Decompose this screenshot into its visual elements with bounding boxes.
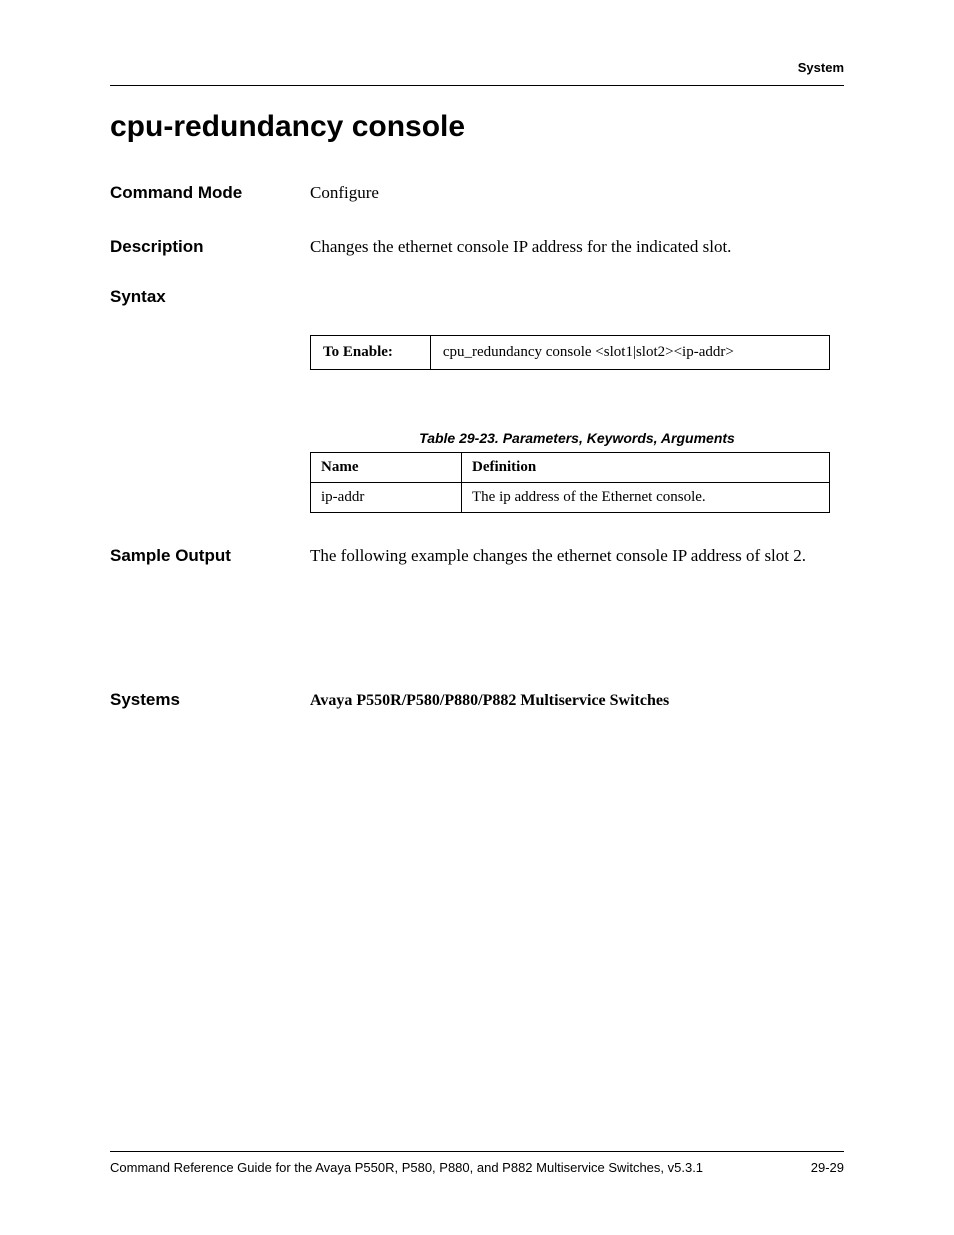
header-section-label: System bbox=[110, 60, 844, 85]
description-label: Description bbox=[110, 237, 310, 257]
syntax-label: Syntax bbox=[110, 287, 310, 307]
params-cell-name: ip-addr bbox=[311, 483, 462, 513]
syntax-table-block: To Enable: cpu_redundancy console <slot1… bbox=[310, 335, 844, 370]
row-syntax: Syntax bbox=[110, 287, 844, 307]
row-command-mode: Command Mode Configure bbox=[110, 180, 844, 206]
header-rule bbox=[110, 85, 844, 86]
page-title: cpu-redundancy console bbox=[110, 110, 844, 144]
params-cell-definition: The ip address of the Ethernet console. bbox=[462, 483, 830, 513]
systems-value: Avaya P550R/P580/P880/P882 Multiservice … bbox=[310, 689, 669, 713]
table-header-row: Name Definition bbox=[311, 453, 830, 483]
params-header-name: Name bbox=[311, 453, 462, 483]
params-table: Name Definition ip-addr The ip address o… bbox=[310, 452, 830, 513]
row-sample-output: Sample Output The following example chan… bbox=[110, 543, 844, 569]
description-value: Changes the ethernet console IP address … bbox=[310, 234, 731, 260]
table-row: ip-addr The ip address of the Ethernet c… bbox=[311, 483, 830, 513]
systems-label: Systems bbox=[110, 690, 310, 710]
row-systems: Systems Avaya P550R/P580/P880/P882 Multi… bbox=[110, 689, 844, 713]
page-content: System cpu-redundancy console Command Mo… bbox=[0, 0, 954, 713]
command-mode-value: Configure bbox=[310, 180, 379, 206]
params-header-definition: Definition bbox=[462, 453, 830, 483]
footer-rule bbox=[110, 1151, 844, 1152]
page-footer: Command Reference Guide for the Avaya P5… bbox=[110, 1151, 844, 1175]
params-table-caption: Table 29-23. Parameters, Keywords, Argum… bbox=[310, 430, 844, 446]
command-mode-label: Command Mode bbox=[110, 183, 310, 203]
syntax-toenable-value: cpu_redundancy console <slot1|slot2><ip-… bbox=[430, 336, 829, 370]
params-table-block: Table 29-23. Parameters, Keywords, Argum… bbox=[310, 430, 844, 513]
syntax-toenable-label: To Enable: bbox=[311, 336, 431, 370]
syntax-table: To Enable: cpu_redundancy console <slot1… bbox=[310, 335, 830, 370]
footer-left-text: Command Reference Guide for the Avaya P5… bbox=[110, 1160, 703, 1175]
sample-output-label: Sample Output bbox=[110, 546, 310, 566]
sample-output-value: The following example changes the ethern… bbox=[310, 543, 806, 569]
footer-page-number: 29-29 bbox=[811, 1160, 844, 1175]
row-description: Description Changes the ethernet console… bbox=[110, 234, 844, 260]
